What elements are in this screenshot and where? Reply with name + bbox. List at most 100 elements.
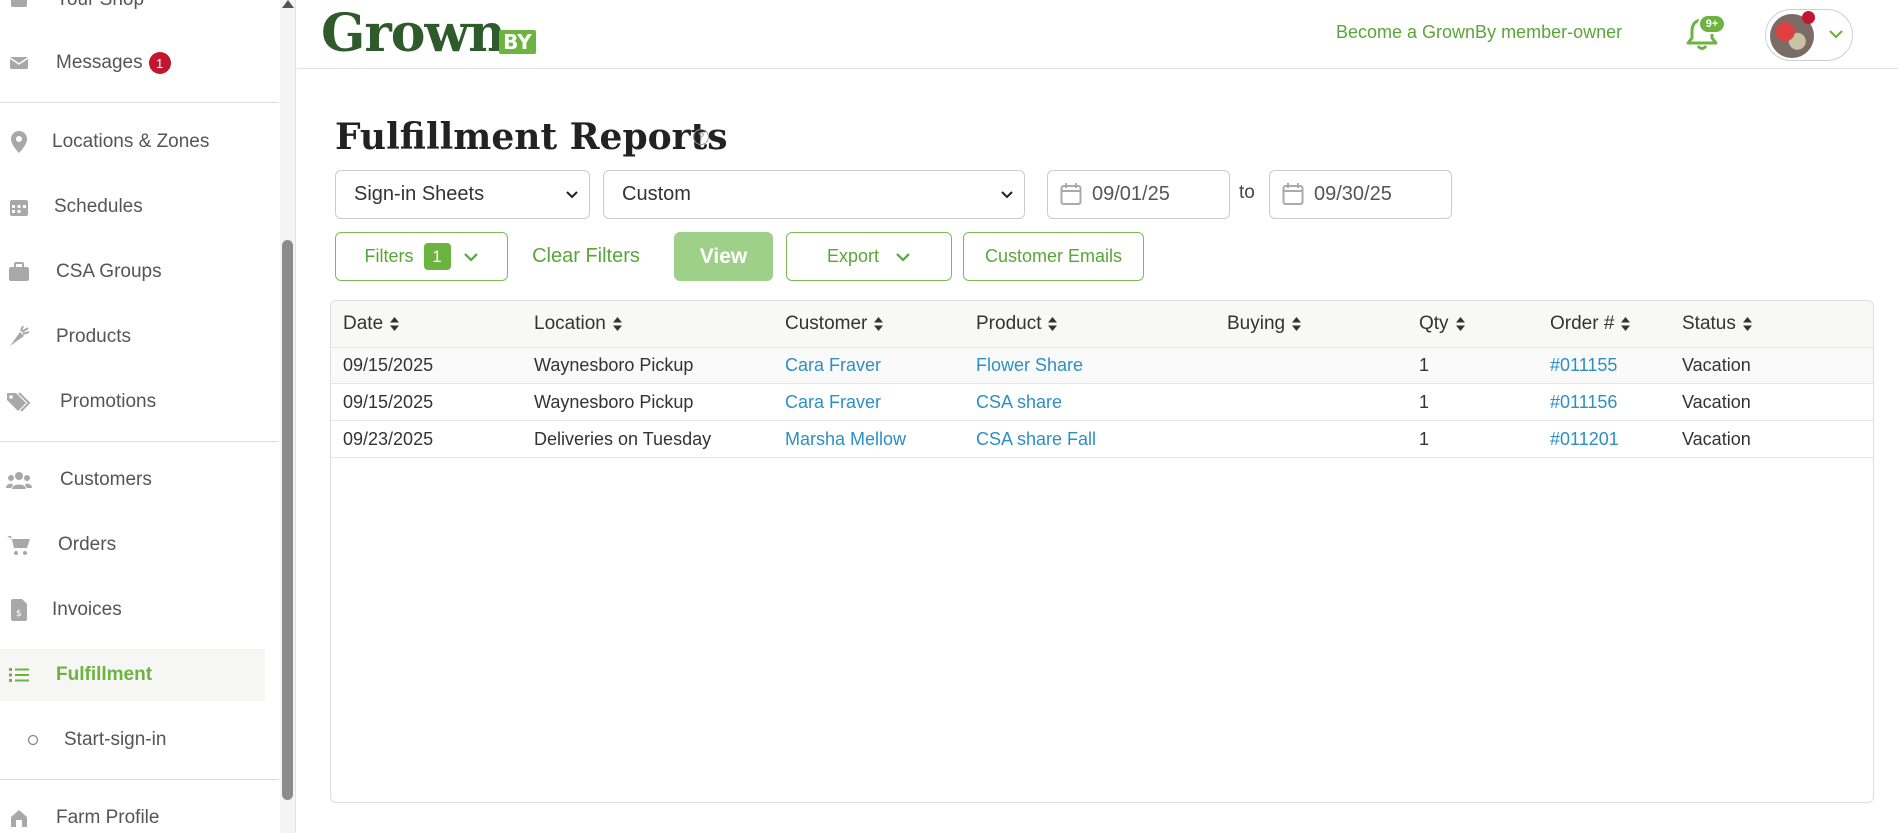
chevron-down-icon	[895, 252, 911, 262]
carrot-icon	[2, 326, 36, 348]
customer-emails-button[interactable]: Customer Emails	[963, 232, 1144, 281]
avatar-status-dot	[1802, 11, 1815, 24]
cell-status: Vacation	[1682, 429, 1751, 449]
sidebar-divider	[0, 779, 279, 780]
sidebar-item-label: Customers	[60, 469, 152, 490]
column-header-qty[interactable]: Qty	[1419, 313, 1466, 335]
sidebar-item-products[interactable]: Products	[0, 311, 265, 363]
sidebar-item-farm-profile[interactable]: Farm Profile	[0, 792, 265, 833]
cell-status: Vacation	[1682, 392, 1751, 412]
report-type-select[interactable]: Sign-in Sheets	[335, 170, 590, 219]
help-circle-icon[interactable]: ?	[693, 129, 709, 145]
chevron-down-icon	[565, 186, 579, 209]
sort-icon	[612, 316, 623, 332]
cell-order-link[interactable]: #011156	[1550, 392, 1617, 413]
table-row: 09/23/2025 Deliveries on Tuesday Marsha …	[331, 422, 1873, 458]
chevron-down-icon	[1000, 186, 1014, 209]
logo-by-tag: BY	[499, 30, 536, 54]
cell-product-link[interactable]: CSA share	[976, 392, 1062, 413]
cell-product-link[interactable]: Flower Share	[976, 355, 1083, 376]
chevron-down-icon	[463, 252, 479, 262]
range-type-select[interactable]: Custom	[603, 170, 1025, 219]
barn-icon	[2, 809, 36, 827]
sidebar-item-label: Fulfillment	[56, 664, 153, 685]
box-icon	[2, 262, 36, 282]
cell-order-link[interactable]: #011201	[1550, 429, 1619, 450]
sort-icon	[1455, 316, 1466, 332]
cell-customer-link[interactable]: Cara Fraver	[785, 355, 881, 376]
sort-icon	[1047, 316, 1058, 332]
sort-icon	[1620, 316, 1631, 332]
cell-location: Waynesboro Pickup	[534, 392, 694, 412]
table-row: 09/15/2025 Waynesboro Pickup Cara Fraver…	[331, 385, 1873, 421]
sidebar-item-label: Locations & Zones	[52, 131, 210, 152]
sort-icon	[1291, 316, 1302, 332]
column-header-product[interactable]: Product	[976, 313, 1058, 335]
main-content: Fulfillment Reports ? Sign-in Sheets Cus…	[297, 70, 1898, 833]
column-header-status[interactable]: Status	[1682, 313, 1753, 335]
export-button[interactable]: Export	[786, 232, 952, 281]
filters-label: Filters	[364, 246, 414, 266]
fulfillment-table: Date Location Customer Product Buying Qt…	[330, 300, 1874, 803]
sort-icon	[389, 316, 400, 332]
user-menu[interactable]	[1765, 9, 1853, 61]
column-header-date[interactable]: Date	[343, 313, 400, 335]
sidebar-item-label: Your Shop	[56, 0, 144, 11]
clear-filters-button[interactable]: Clear Filters	[521, 232, 651, 281]
cell-location: Waynesboro Pickup	[534, 355, 694, 375]
sidebar-item-label: Products	[56, 326, 131, 347]
cell-customer-link[interactable]: Cara Fraver	[785, 392, 881, 413]
date-to-input[interactable]: 09/30/25	[1269, 170, 1452, 219]
cell-qty: 1	[1419, 355, 1430, 375]
sidebar-item-messages[interactable]: Messages 1	[0, 37, 265, 89]
report-type-value: Sign-in Sheets	[354, 183, 485, 205]
sidebar-item-orders[interactable]: Orders	[0, 519, 265, 571]
export-label: Export	[826, 246, 880, 266]
sidebar-item-label: Orders	[58, 534, 117, 555]
map-pin-icon	[2, 131, 36, 153]
sidebar-item-your-shop[interactable]: Your Shop	[0, 0, 265, 26]
cell-date: 09/15/2025	[343, 355, 434, 375]
sidebar-item-label: Promotions	[60, 391, 157, 412]
sidebar-item-fulfillment[interactable]: Fulfillment	[0, 649, 265, 701]
sidebar-item-promotions[interactable]: Promotions	[0, 376, 265, 428]
messages-badge: 1	[148, 52, 171, 74]
cart-icon	[2, 534, 36, 556]
sidebar-divider	[0, 102, 279, 103]
sidebar-item-locations[interactable]: Locations & Zones	[0, 116, 265, 168]
sidebar-item-label: Schedules	[54, 196, 143, 217]
calendar-icon	[1060, 182, 1082, 212]
filters-button[interactable]: Filters 1	[335, 232, 508, 281]
table-header: Date Location Customer Product Buying Qt…	[331, 301, 1873, 348]
shop-icon	[2, 0, 36, 9]
sidebar-item-start-sign-in[interactable]: Start-sign-in	[0, 714, 265, 766]
circle-outline-icon	[16, 734, 50, 746]
column-header-buying[interactable]: Buying	[1227, 313, 1302, 335]
cell-order-link[interactable]: #011155	[1550, 355, 1617, 376]
sidebar-item-invoices[interactable]: $ Invoices	[0, 584, 265, 636]
sidebar-item-customers[interactable]: Customers	[0, 454, 265, 506]
cell-customer-link[interactable]: Marsha Mellow	[785, 429, 906, 450]
cell-product-link[interactable]: CSA share Fall	[976, 429, 1096, 450]
member-owner-link[interactable]: Become a GrownBy member-owner	[1336, 22, 1622, 43]
sidebar-item-label: Farm Profile	[56, 807, 160, 828]
column-header-location[interactable]: Location	[534, 313, 623, 335]
grownby-logo[interactable]: Grown BY	[321, 6, 536, 62]
sidebar-item-schedules[interactable]: Schedules	[0, 181, 265, 233]
date-range-separator: to	[1239, 182, 1255, 203]
sidebar-scroll-thumb[interactable]	[282, 240, 293, 800]
svg-text:$: $	[16, 609, 22, 619]
page-title: Fulfillment Reports	[335, 116, 728, 158]
date-from-input[interactable]: 09/01/25	[1047, 170, 1230, 219]
column-header-order-number[interactable]: Order #	[1550, 313, 1631, 335]
sort-icon	[873, 316, 884, 332]
column-header-customer[interactable]: Customer	[785, 313, 884, 335]
cell-date: 09/23/2025	[343, 429, 434, 449]
sidebar-item-label: Messages	[56, 52, 143, 73]
cell-status: Vacation	[1682, 355, 1751, 375]
view-button[interactable]: View	[674, 232, 773, 281]
sidebar-item-csa-groups[interactable]: CSA Groups	[0, 246, 265, 298]
sidebar-item-label: Start-sign-in	[64, 729, 167, 750]
users-icon	[2, 471, 36, 489]
scroll-up-arrow-icon[interactable]	[282, 0, 294, 8]
